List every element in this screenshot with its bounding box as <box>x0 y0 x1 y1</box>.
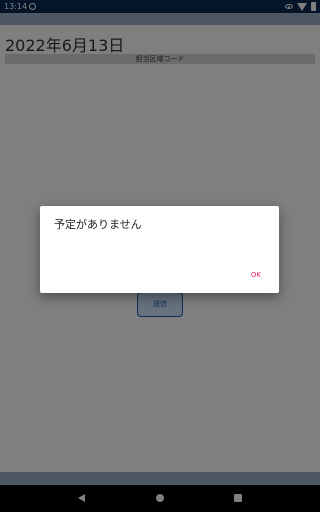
alert-dialog: 予定がありません OK <box>40 206 279 293</box>
ok-button[interactable]: OK <box>251 271 261 279</box>
dialog-message: 予定がありません <box>54 218 142 231</box>
